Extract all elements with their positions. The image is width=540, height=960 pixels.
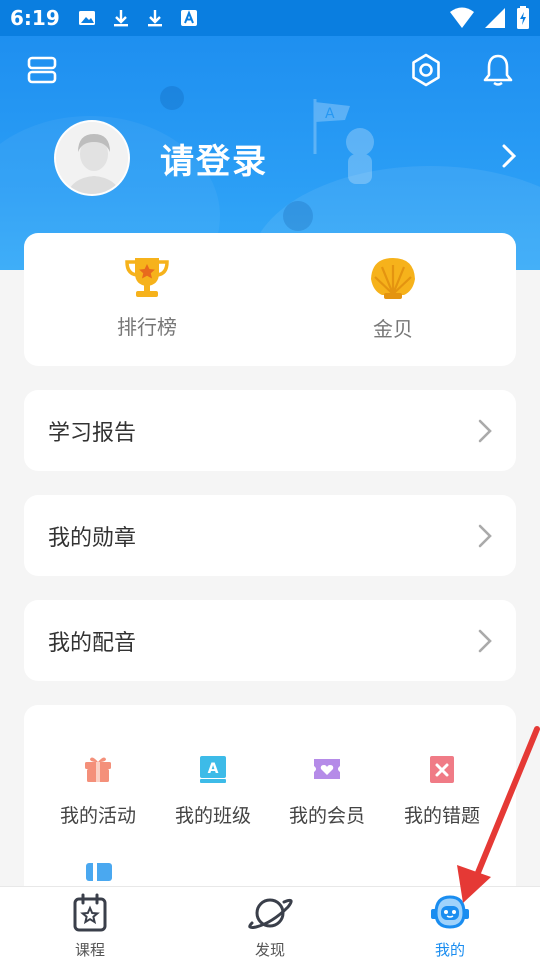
tab-mine-label: 我的 [434, 941, 465, 959]
annotation-arrow [457, 726, 540, 903]
signal-icon [485, 8, 505, 28]
image-icon [78, 11, 95, 25]
golden-shell-button[interactable]: 金贝 [293, 255, 493, 342]
leaderboard-button[interactable]: 排行榜 [47, 255, 247, 340]
my-medals-label: 我的勋章 [48, 525, 137, 551]
gift-icon [85, 757, 111, 782]
chevron-right-icon [478, 524, 492, 547]
my-dubbing-row[interactable]: 我的配音 [24, 600, 516, 681]
planet-icon [248, 898, 293, 929]
scan-icon [27, 56, 57, 84]
trophy-icon [125, 258, 169, 297]
my-class-label: 我的班级 [174, 805, 251, 827]
wifi-icon [450, 7, 474, 28]
chevron-right-icon [478, 629, 492, 652]
bell-icon [483, 54, 513, 86]
leaderboard-label: 排行榜 [117, 315, 177, 339]
gear-icon [412, 53, 440, 87]
tab-discover-label: 发现 [254, 941, 285, 959]
my-dubbing-label: 我的配音 [48, 630, 137, 656]
astronaut-decoration: A [313, 99, 374, 184]
battery-icon [517, 6, 529, 29]
stats-card: 排行榜 金贝 [24, 233, 516, 366]
login-prompt[interactable]: 请登录 [160, 134, 268, 183]
study-report-row[interactable]: 学习报告 [24, 390, 516, 471]
my-medals-row[interactable]: 我的勋章 [24, 495, 516, 576]
shell-icon [371, 258, 415, 299]
book-icon [86, 863, 112, 881]
settings-button[interactable] [406, 50, 446, 90]
status-time: 6:19 [10, 6, 60, 30]
status-bar: 6:19 [0, 0, 540, 36]
study-report-label: 学习报告 [48, 420, 137, 446]
chevron-right-icon[interactable] [498, 142, 520, 170]
mistake-icon [430, 756, 454, 783]
my-activities-label: 我的活动 [59, 805, 136, 827]
calendar-icon [73, 893, 107, 932]
tab-courses[interactable]: 课程 [30, 893, 150, 960]
my-class-button[interactable]: A 我的班级 [154, 753, 272, 828]
app-a-icon [180, 10, 197, 26]
class-icon: A [200, 756, 226, 783]
my-activities-button[interactable]: 我的活动 [39, 753, 157, 828]
scan-button[interactable] [22, 50, 62, 90]
golden-shell-label: 金贝 [373, 317, 413, 341]
vip-icon [314, 759, 340, 779]
avatar[interactable] [54, 120, 130, 196]
download-icon [113, 10, 128, 27]
notification-button[interactable] [478, 50, 518, 90]
download-icon [147, 10, 162, 27]
svg-text:A: A [208, 761, 219, 777]
chevron-right-icon [478, 419, 492, 442]
my-membership-label: 我的会员 [288, 805, 365, 827]
my-membership-button[interactable]: 我的会员 [268, 753, 386, 828]
tab-discover[interactable]: 发现 [210, 893, 330, 960]
svg-text:A: A [325, 106, 335, 122]
tab-courses-label: 课程 [74, 941, 105, 959]
